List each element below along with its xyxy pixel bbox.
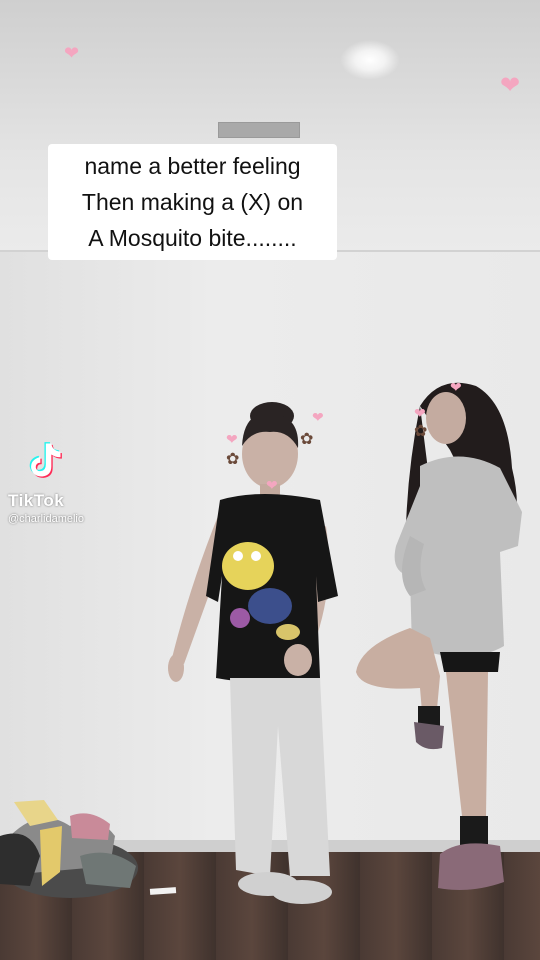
video-frame[interactable]: ❤ ❤ ❤ ❤ ✿ ✿ ❤ ❤ ❤ ✿ name a better feelin… [0,0,540,960]
tiktok-logo-icon [29,442,62,478]
person-left [168,402,338,904]
caption-box: name a better feeling Then making a (X) … [48,144,337,260]
heart-sticker-icon: ❤ [500,72,521,99]
caption-line-1: name a better feeling [84,153,301,179]
heart-sticker-icon: ❤ [64,43,80,63]
caption-line-3: A Mosquito bite........ [88,225,297,251]
ceiling-vent [218,122,300,138]
creator-handle: @charlidamelio [8,513,84,525]
bear-sticker-icon: ✿ [414,423,428,440]
clothes-pile [0,800,138,898]
tiktok-watermark: TikTok @charlidamelio [8,438,128,525]
heart-sticker-icon: ❤ [414,405,426,421]
heart-sticker-icon: ❤ [312,409,324,425]
bear-sticker-icon: ✿ [226,451,240,468]
ceiling-light [340,40,400,80]
caption-line-2: Then making a (X) on [81,189,304,215]
bear-sticker-icon: ✿ [300,431,314,448]
heart-sticker-icon: ❤ [450,379,462,395]
person-right [356,382,522,890]
tiktok-brand: TikTok [8,491,65,510]
heart-sticker-icon: ❤ [226,431,238,447]
heart-sticker-icon: ❤ [266,477,278,493]
